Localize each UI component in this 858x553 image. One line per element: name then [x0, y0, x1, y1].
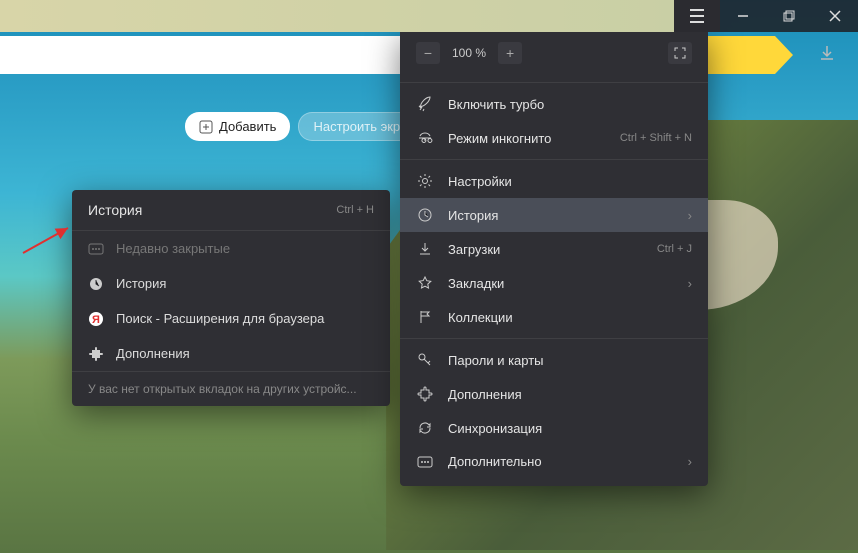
separator — [400, 338, 708, 339]
history-menu-item[interactable]: История › — [400, 198, 708, 232]
incognito-icon — [416, 130, 434, 146]
downloads-item[interactable]: Загрузки Ctrl + J — [400, 232, 708, 266]
incognito-shortcut: Ctrl + Shift + N — [620, 132, 692, 144]
chevron-right-icon: › — [688, 454, 692, 469]
fullscreen-button[interactable] — [668, 42, 692, 64]
history-submenu: История Ctrl + H Недавно закрытые Истори… — [72, 190, 390, 406]
history-menu-label: История — [448, 208, 674, 223]
star-icon — [416, 275, 434, 291]
more-icon — [416, 456, 434, 468]
bookmarks-label: Закладки — [448, 276, 674, 291]
maximize-button[interactable] — [766, 0, 812, 32]
chevron-right-icon: › — [688, 208, 692, 223]
addons-item[interactable]: Дополнения — [72, 336, 390, 371]
bookmarks-item[interactable]: Закладки › — [400, 266, 708, 300]
downloads-indicator[interactable] — [818, 44, 836, 62]
turbo-label: Включить турбо — [448, 97, 692, 112]
chevron-right-icon: › — [688, 276, 692, 291]
titlebar-spacer — [0, 0, 674, 32]
menu-button[interactable] — [674, 0, 720, 32]
sync-icon — [416, 420, 434, 436]
passwords-item[interactable]: Пароли и карты — [400, 343, 708, 377]
hamburger-icon — [689, 9, 705, 23]
zoom-row: − 100 % + — [400, 32, 708, 78]
sync-label: Синхронизация — [448, 421, 692, 436]
collections-label: Коллекции — [448, 310, 692, 325]
yandex-icon: Я — [88, 312, 104, 326]
addons-menu-item[interactable]: Дополнения — [400, 377, 708, 411]
download-icon — [416, 241, 434, 257]
search-ext-item[interactable]: Я Поиск - Расширения для браузера — [72, 301, 390, 336]
more-item[interactable]: Дополнительно › — [400, 445, 708, 478]
downloads-shortcut: Ctrl + J — [657, 243, 692, 255]
close-button[interactable] — [812, 0, 858, 32]
history-icon — [416, 207, 434, 223]
key-icon — [416, 352, 434, 368]
main-menu: − 100 % + Включить турбо Режим инкогнито… — [400, 32, 708, 486]
submenu-footer: У вас нет открытых вкладок на других уст… — [72, 371, 390, 406]
collections-item[interactable]: Коллекции — [400, 300, 708, 334]
more-icon — [88, 243, 104, 255]
add-label: Добавить — [219, 119, 276, 134]
titlebar — [0, 0, 858, 32]
close-icon — [829, 10, 841, 22]
turbo-item[interactable]: Включить турбо — [400, 87, 708, 121]
downloads-label: Загрузки — [448, 242, 643, 257]
passwords-label: Пароли и карты — [448, 353, 692, 368]
rocket-icon — [416, 96, 434, 112]
submenu-shortcut: Ctrl + H — [336, 204, 374, 216]
addons-label: Дополнения — [116, 346, 190, 361]
customize-label: Настроить экра — [313, 119, 407, 134]
puzzle-icon — [88, 347, 104, 361]
settings-item[interactable]: Настройки — [400, 164, 708, 198]
zoom-in-button[interactable]: + — [498, 42, 522, 64]
gear-icon — [416, 173, 434, 189]
more-label: Дополнительно — [448, 454, 674, 469]
sync-item[interactable]: Синхронизация — [400, 411, 708, 445]
incognito-label: Режим инкогнито — [448, 131, 606, 146]
fullscreen-icon — [674, 47, 686, 59]
search-ext-label: Поиск - Расширения для браузера — [116, 311, 324, 326]
history-label: История — [116, 276, 166, 291]
quick-actions: Добавить Настроить экра — [185, 112, 422, 141]
puzzle-icon — [416, 386, 434, 402]
zoom-value: 100 % — [442, 46, 496, 60]
submenu-title: История — [88, 202, 142, 218]
minimize-button[interactable] — [720, 0, 766, 32]
zoom-out-button[interactable]: − — [416, 42, 440, 64]
download-icon — [818, 44, 836, 62]
recently-closed-item: Недавно закрытые — [72, 231, 390, 266]
settings-label: Настройки — [448, 174, 692, 189]
separator — [400, 82, 708, 83]
recently-closed-label: Недавно закрытые — [116, 241, 230, 256]
minimize-icon — [737, 10, 749, 22]
plus-box-icon — [199, 120, 213, 134]
incognito-item[interactable]: Режим инкогнито Ctrl + Shift + N — [400, 121, 708, 155]
annotation-arrow — [18, 225, 78, 255]
history-item[interactable]: История — [72, 266, 390, 301]
flag-icon — [416, 309, 434, 325]
addons-menu-label: Дополнения — [448, 387, 692, 402]
maximize-icon — [783, 10, 795, 22]
clock-icon — [88, 277, 104, 291]
svg-text:Я: Я — [92, 314, 100, 326]
submenu-header[interactable]: История Ctrl + H — [72, 190, 390, 231]
add-button[interactable]: Добавить — [185, 112, 290, 141]
separator — [400, 159, 708, 160]
